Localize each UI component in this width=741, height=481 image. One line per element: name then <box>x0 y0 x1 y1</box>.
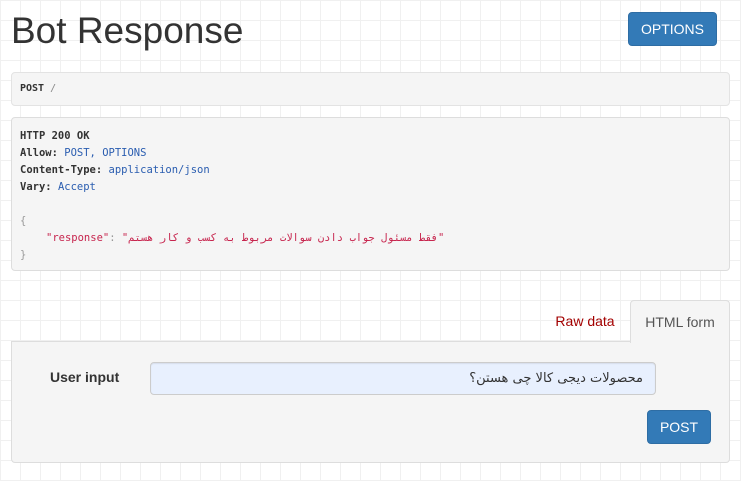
options-button[interactable]: OPTIONS <box>628 12 717 46</box>
request-path: / <box>50 83 57 94</box>
header-vary: Vary: Accept <box>20 179 721 196</box>
header-key: Allow: <box>20 147 58 159</box>
header-key: Content-Type: <box>20 164 103 176</box>
page-title: Bot Response <box>11 10 244 51</box>
header-value: POST, OPTIONS <box>64 147 147 159</box>
json-open-brace: { <box>20 215 27 227</box>
json-value: "فقط مسئول جواب دادن سوالات مربوط به کسب… <box>121 232 445 244</box>
header-allow: Allow: POST, OPTIONS <box>20 145 721 162</box>
header-key: Vary: <box>20 181 52 193</box>
json-close-brace: } <box>20 249 27 261</box>
response-panel: HTTP 200 OK Allow: POST, OPTIONS Content… <box>11 117 730 271</box>
tab-html-form[interactable]: HTML form <box>630 300 730 343</box>
format-tabs: Raw data HTML form <box>0 300 741 343</box>
header-content-type: Content-Type: application/json <box>20 162 721 179</box>
user-input-label: User input <box>50 369 120 385</box>
tab-raw-data[interactable]: Raw data <box>542 300 628 342</box>
post-button[interactable]: POST <box>647 410 711 444</box>
json-separator: : <box>109 232 122 244</box>
json-key: "response" <box>46 232 110 244</box>
header-value: application/json <box>108 164 210 176</box>
request-method: POST <box>20 83 45 94</box>
header-value: Accept <box>57 181 96 193</box>
html-form-panel: User input POST <box>11 341 730 463</box>
response-status: HTTP 200 OK <box>20 130 90 142</box>
user-input-field[interactable] <box>150 362 656 395</box>
request-info: POST / <box>11 72 730 106</box>
json-entry: "response": "فقط مسئول جواب دادن سوالات … <box>20 230 721 247</box>
